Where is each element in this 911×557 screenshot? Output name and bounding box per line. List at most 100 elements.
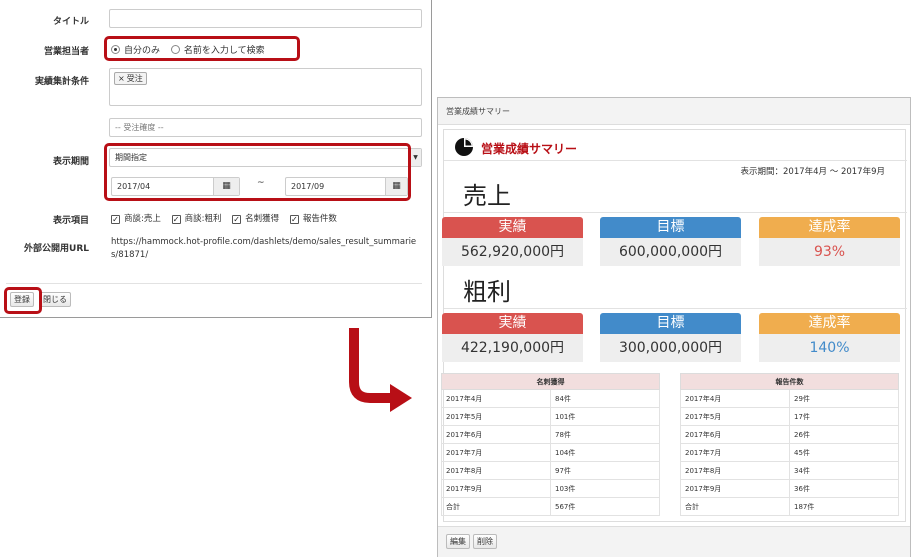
table-row: 2017年6月 78件 xyxy=(441,425,660,444)
order-probability-select[interactable]: -- 受注確度 -- xyxy=(109,118,422,137)
profit-rate-header: 達成率 xyxy=(759,313,900,334)
table-cell-period: 2017年5月 xyxy=(441,407,551,426)
table-row: 合計 187件 xyxy=(680,497,899,516)
profit-target-header: 目標 xyxy=(600,313,741,334)
table-row: 2017年4月 29件 xyxy=(680,389,899,408)
table-cell-period: 合計 xyxy=(441,497,551,516)
table-row: 2017年8月 97件 xyxy=(441,461,660,480)
table-cell-count: 36件 xyxy=(789,479,899,498)
condition-tag-label: 受注 xyxy=(126,74,143,83)
profit-target-value: 300,000,000円 xyxy=(600,334,741,362)
profit-actual-value: 422,190,000円 xyxy=(442,334,583,362)
item-checkbox-cards[interactable]: ✓ 名刺獲得 xyxy=(232,214,279,224)
order-probability-placeholder: -- 受注確度 -- xyxy=(115,123,164,132)
sales-actual-value: 562,920,000円 xyxy=(442,238,583,266)
dashlet-settings-form: タイトル 営業担当者 自分のみ 名前を入力して検索 実績集計条件 × 受注 -- … xyxy=(0,0,432,318)
sales-target-value: 600,000,000円 xyxy=(600,238,741,266)
table-cell-count: 97件 xyxy=(550,461,660,480)
table-row: 2017年7月 45件 xyxy=(680,443,899,462)
display-items-label: 表示項目 xyxy=(52,216,89,226)
item-label: 商談:粗利 xyxy=(184,214,222,224)
table-row: 合計 567件 xyxy=(441,497,660,516)
checkmark-icon: ✓ xyxy=(232,215,242,224)
item-label: 商談:売上 xyxy=(124,214,161,224)
tag-remove-icon[interactable]: × xyxy=(118,74,125,83)
profit-actual-header: 実績 xyxy=(442,313,583,334)
profit-actual-box: 実績 422,190,000円 xyxy=(442,313,583,362)
checkmark-icon: ✓ xyxy=(289,215,299,224)
table-row: 2017年5月 17件 xyxy=(680,407,899,426)
highlight-sales-owner xyxy=(104,36,300,61)
summary-footer: 編集 削除 xyxy=(438,526,910,557)
table-cell-period: 2017年8月 xyxy=(441,461,551,480)
table-cell-count: 26件 xyxy=(789,425,899,444)
title-divider xyxy=(444,160,907,161)
form-divider xyxy=(6,283,422,284)
pie-chart-icon xyxy=(455,138,473,156)
close-button[interactable]: 閉じる xyxy=(39,292,71,307)
reports-table: 報告件数 2017年4月 29件 2017年5月 17件 2017年6月 26件 2017年… xyxy=(680,373,899,516)
sales-target-header: 目標 xyxy=(600,217,741,238)
sales-divider xyxy=(444,212,907,213)
edit-button[interactable]: 編集 xyxy=(446,534,470,549)
table-cell-period: 2017年6月 xyxy=(680,425,790,444)
table-cell-period: 合計 xyxy=(680,497,790,516)
table-cell-period: 2017年9月 xyxy=(441,479,551,498)
table-cell-count: 187件 xyxy=(789,497,899,516)
reports-table-header: 報告件数 xyxy=(680,373,899,390)
sales-owner-label: 営業担当者 xyxy=(43,47,89,57)
table-row: 2017年7月 104件 xyxy=(441,443,660,462)
table-row: 2017年9月 103件 xyxy=(441,479,660,498)
item-checkbox-sales[interactable]: ✓ 商談:売上 xyxy=(111,214,161,224)
table-cell-period: 2017年7月 xyxy=(680,443,790,462)
cards-table: 名刺獲得 2017年4月 84件 2017年5月 101件 2017年6月 78件 2017… xyxy=(441,373,660,516)
title-input[interactable] xyxy=(109,9,422,28)
condition-tag: × 受注 xyxy=(114,72,147,85)
table-row: 2017年6月 26件 xyxy=(680,425,899,444)
table-cell-count: 104件 xyxy=(550,443,660,462)
sales-actual-box: 実績 562,920,000円 xyxy=(442,217,583,266)
highlight-register xyxy=(4,287,42,314)
sales-rate-value: 93% xyxy=(759,238,900,266)
period-label: 表示期間 xyxy=(52,157,89,167)
table-cell-count: 101件 xyxy=(550,407,660,426)
public-url-label: 外部公開用URL xyxy=(24,244,89,254)
table-cell-count: 34件 xyxy=(789,461,899,480)
profit-divider xyxy=(444,308,907,309)
profit-section-title: 粗利 xyxy=(463,278,511,306)
delete-button[interactable]: 削除 xyxy=(473,534,497,549)
conditions-input[interactable]: × 受注 xyxy=(109,68,422,106)
highlight-period xyxy=(104,143,411,201)
table-cell-count: 29件 xyxy=(789,389,899,408)
profit-target-box: 目標 300,000,000円 xyxy=(600,313,741,362)
item-checkbox-reports[interactable]: ✓ 報告件数 xyxy=(289,214,337,224)
summary-panel-header: 営業成績サマリー xyxy=(438,98,910,125)
summary-period: 表示期間：2017年4月 ～ 2017年9月 xyxy=(740,167,886,177)
table-cell-period: 2017年4月 xyxy=(680,389,790,408)
display-items: ✓ 商談:売上 ✓ 商談:粗利 ✓ 名刺獲得 ✓ 報告件数 xyxy=(111,212,337,224)
sales-actual-header: 実績 xyxy=(442,217,583,238)
sales-rate-box: 達成率 93% xyxy=(759,217,900,266)
title-label: タイトル xyxy=(52,17,89,27)
table-row: 2017年8月 34件 xyxy=(680,461,899,480)
summary-body: 営業成績サマリー 表示期間：2017年4月 ～ 2017年9月 売上 実績 56… xyxy=(441,129,907,522)
profit-rate-value: 140% xyxy=(759,334,900,362)
table-cell-period: 2017年6月 xyxy=(441,425,551,444)
conditions-label: 実績集計条件 xyxy=(34,77,89,87)
sales-target-box: 目標 600,000,000円 xyxy=(600,217,741,266)
table-cell-count: 45件 xyxy=(789,443,899,462)
table-cell-period: 2017年4月 xyxy=(441,389,551,408)
summary-dashlet: 営業成績サマリー 営業成績サマリー 表示期間：2017年4月 ～ 2017年9月… xyxy=(437,97,911,557)
table-row: 2017年9月 36件 xyxy=(680,479,899,498)
public-url[interactable]: https://hammock.hot-profile.com/dashlets… xyxy=(111,236,423,262)
item-checkbox-profit[interactable]: ✓ 商談:粗利 xyxy=(171,214,222,224)
item-label: 名刺獲得 xyxy=(245,214,280,224)
checkmark-icon: ✓ xyxy=(171,215,181,224)
sales-section-title: 売上 xyxy=(463,182,511,210)
table-cell-period: 2017年9月 xyxy=(680,479,790,498)
table-row: 2017年4月 84件 xyxy=(441,389,660,408)
table-cell-count: 17件 xyxy=(789,407,899,426)
table-cell-period: 2017年7月 xyxy=(441,443,551,462)
table-cell-count: 103件 xyxy=(550,479,660,498)
table-cell-count: 567件 xyxy=(550,497,660,516)
